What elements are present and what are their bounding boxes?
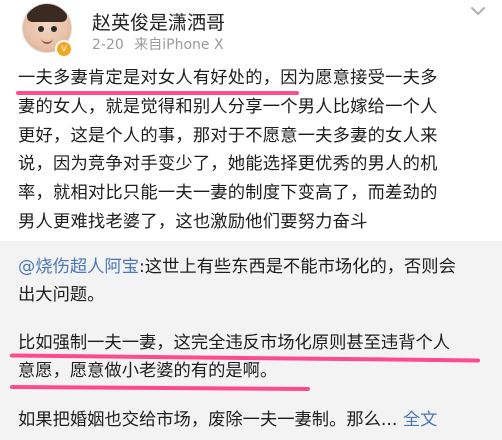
avatar-hair xyxy=(27,4,67,22)
retweet-text: 如果把婚姻也交给市场，废除一夫一妻制。那么... xyxy=(18,410,398,430)
avatar-mouth xyxy=(41,38,53,44)
avatar-eye-right xyxy=(51,26,57,32)
chevron-down-icon[interactable] xyxy=(470,6,486,18)
avatar-eye-left xyxy=(38,26,44,32)
weibo-post: v 赵英俊是潇洒哥 2-20 来自iPhone X 一夫多妻肯定是对女人有好处的… xyxy=(0,0,502,440)
full-text-link[interactable]: 全文 xyxy=(403,410,438,430)
retweet-line: 出大问题。 xyxy=(18,285,105,305)
body-line: 男人更难找老婆了，这也激励他们要努力奋斗 xyxy=(18,211,368,232)
body-line: 更好，这是个人的事，那对于不愿意一夫多妻的女人来 xyxy=(18,125,438,146)
verified-badge-icon: v xyxy=(55,40,73,58)
retweet-line: @烧伤超人阿宝:这世上有些东西是不能市场化的，否则会 xyxy=(18,253,496,281)
author-name[interactable]: 赵英俊是潇洒哥 xyxy=(92,8,225,35)
retweet-text: :这世上有些东西是不能市场化的，否则会 xyxy=(138,257,456,277)
body-line: 说，因为竞争对手变少了，她能选择更优秀的男人的机 xyxy=(18,154,438,175)
retweet-box[interactable]: @烧伤超人阿宝:这世上有些东西是不能市场化的，否则会 出大问题。 比如强制一夫一… xyxy=(0,241,502,440)
post-date: 2-20 xyxy=(92,37,124,53)
retweet-line: 比如强制一夫一妻，这完全违反市场化原则甚至违背个人 xyxy=(18,333,451,353)
body-line: 一夫多妻肯定是对女人有好处的，因为愿意接受一夫多 xyxy=(18,68,438,88)
body-line: 妻的女人，就是觉得和别人分享一个男人比嫁给一个人 xyxy=(18,96,438,117)
mention-link[interactable]: @烧伤超人阿宝 xyxy=(18,257,139,277)
retweet-line: 如果把婚姻也交给市场，废除一夫一妻制。那么... 全文 xyxy=(18,406,496,434)
post-source: 来自iPhone X xyxy=(134,37,224,53)
body-line: 率，就相对比只能一夫一妻的制度下变高了，而差劲的 xyxy=(18,183,438,204)
post-header: v 赵英俊是潇洒哥 2-20 来自iPhone X xyxy=(0,0,502,62)
post-body: 一夫多妻肯定是对女人有好处的，因为愿意接受一夫多 妻的女人，就是觉得和别人分享一… xyxy=(18,64,490,237)
pink-highlight-stroke xyxy=(9,384,311,392)
post-meta: 2-20 来自iPhone X xyxy=(92,34,224,54)
retweet-line: 意愿，愿意做小老婆的有的是啊。 xyxy=(18,361,278,381)
